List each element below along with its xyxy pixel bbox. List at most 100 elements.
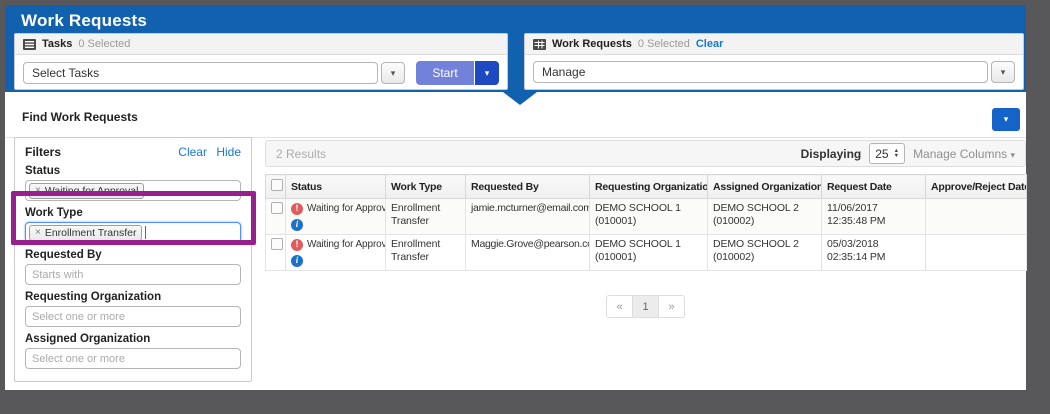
manage-dropdown[interactable]: Manage <box>533 61 988 83</box>
column-header-request-date[interactable]: Request Date <box>822 175 926 199</box>
column-header-work-type[interactable]: Work Type <box>386 175 466 199</box>
info-icon[interactable]: i <box>291 255 303 267</box>
pagination-page-1[interactable]: 1 <box>632 295 659 318</box>
tasks-panel: Tasks 0 Selected Select Tasks ▾ Start ▾ <box>14 33 508 90</box>
cell-requested-by: jamie.mcturner@email.com <box>466 199 590 235</box>
table-icon <box>533 39 546 50</box>
manage-columns-label: Manage Columns <box>913 147 1007 161</box>
find-section-dropdown-button[interactable]: ▾ <box>992 108 1020 131</box>
cell-request-date: 05/03/2018 02:35:14 PM <box>822 235 926 271</box>
info-icon[interactable]: i <box>291 219 303 231</box>
list-icon <box>23 39 36 50</box>
start-split-button: Start ▾ <box>416 61 499 85</box>
chevron-down-icon: ▾ <box>1004 114 1009 125</box>
start-caret-button[interactable]: ▾ <box>475 61 499 85</box>
header-checkbox-cell <box>266 175 286 199</box>
chevron-down-icon: ▾ <box>485 68 490 79</box>
pagination-next-button[interactable]: » <box>658 295 685 318</box>
cell-work-type: Enrollment Transfer <box>386 199 466 235</box>
manage-dropdown-value: Manage <box>542 65 585 79</box>
select-tasks-value: Select Tasks <box>32 66 99 80</box>
work-requests-panel: Work Requests 0 Selected Clear Manage ▾ <box>524 33 1024 90</box>
work-requests-clear-link[interactable]: Clear <box>696 38 724 50</box>
requested-by-filter-label: Requested By <box>25 249 241 261</box>
alert-icon: ! <box>291 203 303 215</box>
tasks-panel-header: Tasks 0 Selected <box>15 34 507 55</box>
alert-icon: ! <box>291 239 303 251</box>
filters-hide-link[interactable]: Hide <box>216 145 241 159</box>
filters-clear-link[interactable]: Clear <box>178 145 207 159</box>
find-section-title: Find Work Requests <box>22 110 138 124</box>
requesting-organization-filter-label: Requesting Organization <box>25 291 241 303</box>
chip-remove-icon[interactable]: × <box>35 185 41 196</box>
manage-dropdown-caret-button[interactable]: ▾ <box>991 61 1015 83</box>
work-requests-panel-header: Work Requests 0 Selected Clear <box>525 34 1023 55</box>
results-toolbar: 2 Results Displaying 25 ▲▼ Manage Column… <box>265 140 1026 167</box>
requested-by-filter-input[interactable] <box>25 264 241 285</box>
column-header-requesting-organization[interactable]: Requesting Organization <box>590 175 708 199</box>
work-requests-panel-body: Manage ▾ <box>525 55 1023 89</box>
cell-requested-by: Maggie.Grove@pearson.com <box>466 235 590 271</box>
callout-pointer <box>503 92 537 105</box>
row-checkbox[interactable] <box>271 238 283 250</box>
requesting-organization-filter-input[interactable] <box>25 306 241 327</box>
chip-label: Waiting for Approval <box>45 185 139 197</box>
manage-columns-button[interactable]: Manage Columns ▾ <box>913 147 1015 161</box>
column-header-status[interactable]: Status <box>286 175 386 199</box>
status-text: Waiting for Approval <box>307 238 386 251</box>
assigned-organization-filter-input[interactable] <box>25 348 241 369</box>
table-header-row: Status Work Type Requested By Requesting… <box>266 175 1027 199</box>
work-type-filter-label: Work Type <box>25 207 241 219</box>
work-type-filter-chip: × Enrollment Transfer <box>29 225 142 241</box>
select-tasks-dropdown[interactable]: Select Tasks <box>23 62 378 84</box>
select-tasks-caret-button[interactable]: ▾ <box>381 62 405 84</box>
assigned-organization-filter-label: Assigned Organization <box>25 333 241 345</box>
filters-title: Filters <box>25 145 61 159</box>
filters-header: Filters Clear Hide <box>25 145 241 159</box>
work-requests-selected-count: 0 Selected <box>638 38 690 50</box>
text-cursor <box>145 226 146 239</box>
cell-work-type: Enrollment Transfer <box>386 235 466 271</box>
spinner-icon: ▲▼ <box>894 149 899 159</box>
column-header-assigned-organization[interactable]: Assigned Organization <box>708 175 822 199</box>
toolbar-right: Displaying 25 ▲▼ Manage Columns ▾ <box>801 143 1015 164</box>
cell-approve-reject-date <box>926 235 1027 271</box>
status-filter-chip: × Waiting for Approval <box>29 183 144 199</box>
cell-assigned-organization: DEMO SCHOOL 2 (010002) <box>708 199 822 235</box>
displaying-label: Displaying <box>801 147 862 161</box>
chip-remove-icon[interactable]: × <box>35 227 41 238</box>
pagination: « 1 » <box>265 295 1026 318</box>
cell-approve-reject-date <box>926 199 1027 235</box>
tasks-selected-count: 0 Selected <box>78 38 130 50</box>
tasks-panel-body: Select Tasks ▾ Start ▾ <box>15 55 507 91</box>
start-button[interactable]: Start <box>416 61 474 85</box>
row-checkbox[interactable] <box>271 202 283 214</box>
tasks-panel-title: Tasks <box>42 38 72 50</box>
column-header-approve-reject-date[interactable]: Approve/Reject Date <box>926 175 1027 199</box>
column-header-requested-by[interactable]: Requested By <box>466 175 590 199</box>
work-requests-panel-title: Work Requests <box>552 38 632 50</box>
work-requests-screen: { "page": { "title": "Work Requests" }, … <box>0 0 1050 414</box>
pagination-prev-button[interactable]: « <box>606 295 633 318</box>
chevron-down-icon: ▾ <box>1001 67 1006 78</box>
results-section: 2 Results Displaying 25 ▲▼ Manage Column… <box>265 140 1026 318</box>
select-all-checkbox[interactable] <box>271 179 283 191</box>
table-row[interactable]: ! Waiting for Approval i Enrollment Tran… <box>266 199 1027 235</box>
filters-panel: Filters Clear Hide Status × Waiting for … <box>14 137 252 382</box>
status-filter-input[interactable]: × Waiting for Approval <box>25 180 241 201</box>
cell-request-date: 11/06/2017 12:35:48 PM <box>822 199 926 235</box>
chip-label: Enrollment Transfer <box>45 227 137 239</box>
status-filter-label: Status <box>25 165 241 177</box>
filters-links: Clear Hide <box>172 145 241 159</box>
chevron-down-icon: ▾ <box>391 68 396 79</box>
app-content: Work Requests Tasks 0 Selected Select Ta… <box>5 5 1026 390</box>
chevron-down-icon: ▾ <box>1010 150 1015 160</box>
page-header: Work Requests Tasks 0 Selected Select Ta… <box>5 5 1026 92</box>
table-row[interactable]: ! Waiting for Approval i Enrollment Tran… <box>266 235 1027 271</box>
cell-assigned-organization: DEMO SCHOOL 2 (010002) <box>708 235 822 271</box>
cell-requesting-organization: DEMO SCHOOL 1 (010001) <box>590 235 708 271</box>
page-size-value: 25 <box>875 147 888 161</box>
work-type-filter-input[interactable]: × Enrollment Transfer <box>25 222 241 243</box>
status-text: Waiting for Approval <box>307 202 386 215</box>
page-size-select[interactable]: 25 ▲▼ <box>869 143 905 164</box>
